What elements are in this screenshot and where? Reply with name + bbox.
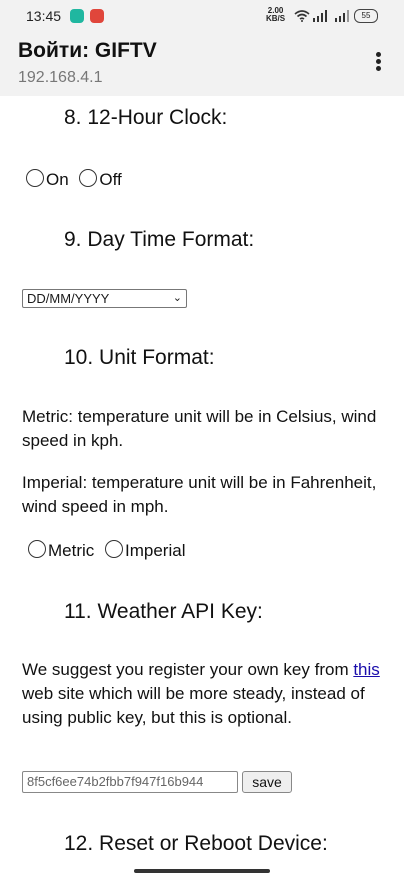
- section-heading-unit-format: 10. Unit Format:: [64, 346, 215, 369]
- network-speed: 2.00 KB/S: [266, 7, 285, 23]
- unit-radio-group: Metric Imperial: [28, 540, 191, 561]
- register-key-link[interactable]: this: [353, 660, 379, 679]
- page-title: Войти: GIFTV: [18, 39, 157, 62]
- network-speed-unit: KB/S: [266, 14, 286, 23]
- day-format-selected: DD/MM/YYYY: [27, 291, 110, 306]
- page-url: 192.168.4.1: [18, 69, 103, 86]
- radio-imperial[interactable]: [105, 540, 124, 558]
- weather-api-description: We suggest you register your own key fro…: [22, 658, 392, 730]
- section-heading-day-format: 9. Day Time Format:: [64, 228, 255, 251]
- signal-icon: [335, 10, 349, 22]
- radio-metric[interactable]: [28, 540, 46, 558]
- clock-radio-group: On Off: [26, 169, 128, 190]
- radio-clock-off[interactable]: [79, 169, 98, 187]
- gesture-nav-bar[interactable]: [134, 869, 270, 873]
- api-key-input[interactable]: 8f5cf6ee74b2fbb7f947f16b944: [22, 771, 238, 793]
- section-heading-weather-api: 11. Weather API Key:: [64, 600, 263, 623]
- status-time: 13:45: [26, 8, 62, 24]
- message-icon: [70, 9, 84, 23]
- day-format-select[interactable]: DD/MM/YYYY ⌄: [22, 289, 187, 308]
- app-notification-icon: [90, 9, 104, 23]
- radio-clock-on[interactable]: [26, 169, 44, 187]
- radio-label-imperial: Imperial: [125, 541, 186, 560]
- radio-label-off: Off: [99, 170, 122, 189]
- signal-icon: [313, 10, 327, 22]
- chevron-down-icon: ⌄: [172, 292, 182, 304]
- metric-description: Metric: temperature unit will be in Cels…: [22, 407, 377, 450]
- section-heading-clock: 8. 12-Hour Clock:: [64, 106, 228, 129]
- radio-label-on: On: [46, 170, 69, 189]
- app-bar: Войти: GIFTV 192.168.4.1: [0, 32, 404, 96]
- battery-icon: 55: [354, 9, 378, 23]
- weather-api-desc-after: web site which will be more steady, inst…: [22, 684, 365, 727]
- more-vert-icon[interactable]: [366, 50, 390, 78]
- imperial-description: Imperial: temperature unit will be in Fa…: [22, 473, 377, 516]
- radio-label-metric: Metric: [48, 541, 95, 560]
- section-heading-reset: 12. Reset or Reboot Device:: [64, 832, 328, 855]
- save-button[interactable]: save: [242, 771, 292, 793]
- status-bar: 13:45 2.00 KB/S 55: [0, 0, 404, 32]
- weather-api-desc-before: We suggest you register your own key fro…: [22, 660, 354, 679]
- wifi-icon: [294, 10, 310, 22]
